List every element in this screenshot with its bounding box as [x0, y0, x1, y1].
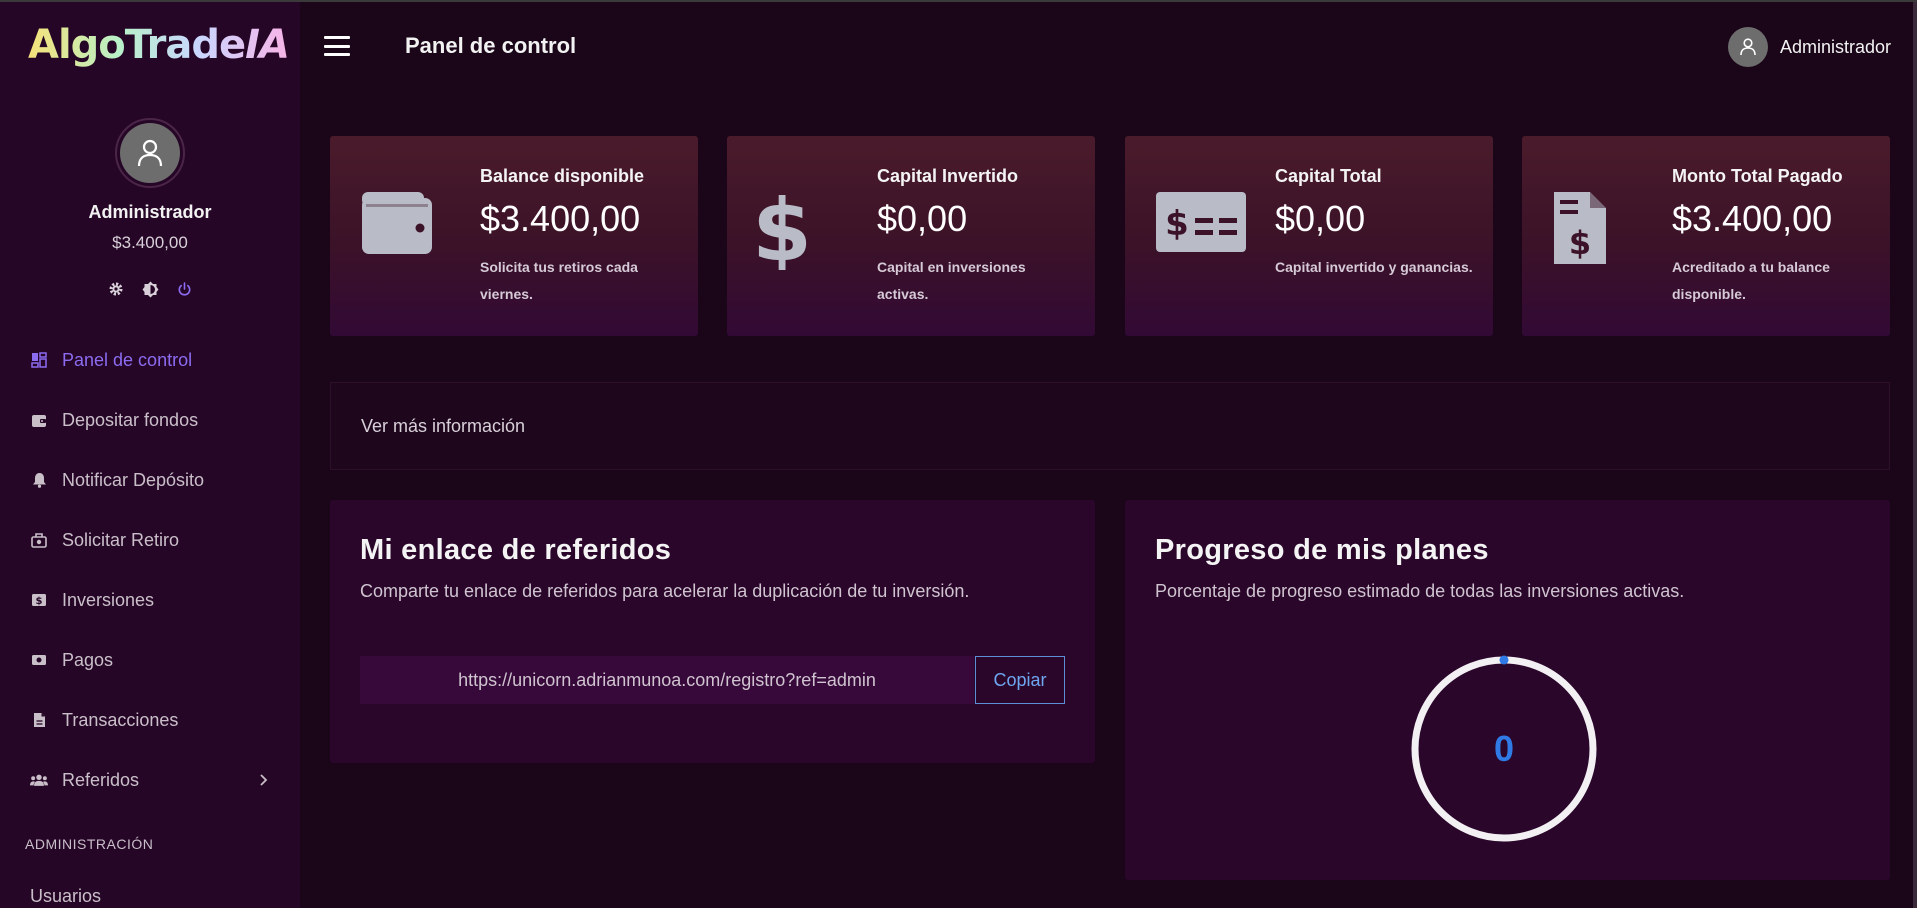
sidebar-user-balance: $3.400,00	[112, 233, 188, 252]
dollar-square-icon: $	[30, 591, 48, 609]
svg-text:$: $	[1569, 224, 1591, 262]
sidebar: AlgoTradeIA Administrador $3.400,00 Pane…	[0, 2, 300, 908]
chevron-right-icon	[259, 771, 268, 792]
money-bag-icon	[30, 531, 48, 549]
copy-button[interactable]: Copiar	[975, 656, 1065, 704]
hamburger-icon-bar	[324, 36, 350, 39]
sidebar-item-panel-de-control[interactable]: Panel de control	[0, 330, 300, 390]
sidebar-item-solicitar-retiro[interactable]: Solicitar Retiro	[0, 510, 300, 570]
sidebar-item-usuarios[interactable]: Usuarios	[30, 886, 101, 907]
progress-title: Progreso de mis planes	[1155, 534, 1489, 566]
stat-value: $0,00	[877, 198, 968, 239]
stat-label: Monto Total Pagado	[1672, 166, 1843, 186]
sidebar-section-label: ADMINISTRACIÓN	[25, 836, 154, 852]
svg-text:$: $	[757, 190, 807, 270]
sidebar-user-name: Administrador	[88, 202, 212, 222]
dashboard-icon	[30, 351, 48, 369]
brightness-icon[interactable]	[141, 280, 159, 298]
power-icon[interactable]	[175, 280, 193, 298]
invoice-dollar-icon: $	[1552, 190, 1646, 270]
header-user-menu[interactable]: Administrador	[1727, 27, 1891, 67]
users-icon	[30, 771, 48, 789]
page-scrollbar[interactable]	[1913, 2, 1917, 908]
user-icon	[1727, 27, 1768, 67]
sidebar-item-label: Notificar Depósito	[62, 469, 205, 490]
sidebar-item-referidos[interactable]: Referidos	[0, 750, 300, 810]
stat-note: Capital en inversiones activas.	[877, 259, 1026, 302]
sidebar-item-depositar-fondos[interactable]: Depositar fondos	[0, 390, 300, 450]
sidebar-item-notificar-deposito[interactable]: Notificar Depósito	[0, 450, 300, 510]
progress-panel: Progreso de mis planes Porcentaje de pro…	[1125, 500, 1890, 880]
stat-value: $0,00	[1275, 198, 1366, 239]
sidebar-item-label: Inversiones	[62, 589, 155, 610]
stat-note: Acreditado a tu balance disponible.	[1672, 259, 1830, 302]
stat-card-capital-invertido: $ Capital Invertido $0,00 Capital en inv…	[727, 136, 1095, 336]
gear-icon[interactable]	[107, 280, 125, 298]
progress-ring: 0	[1409, 654, 1599, 844]
money-bill-icon: $	[1155, 190, 1249, 270]
page-title: Panel de control	[405, 33, 577, 58]
wallet-icon	[30, 411, 48, 429]
stat-label: Capital Invertido	[877, 166, 1019, 186]
menu-toggle-button[interactable]	[324, 36, 350, 56]
stat-card-monto-total-pagado: $ Monto Total Pagado $3.400,00 Acreditad…	[1522, 136, 1890, 336]
more-info-link[interactable]: Ver más información	[330, 382, 1890, 470]
stat-label: Capital Total	[1275, 166, 1382, 186]
stat-value: $3.400,00	[480, 198, 641, 239]
referral-title: Mi enlace de referidos	[360, 534, 672, 566]
sidebar-item-label: Panel de control	[62, 349, 193, 370]
stat-card-balance: Balance disponible $3.400,00 Solicita tu…	[330, 136, 698, 336]
banknote-icon	[30, 651, 48, 669]
header-user-name: Administrador	[1779, 36, 1891, 57]
svg-text:$: $	[36, 596, 43, 607]
stat-card-capital-total: $ Capital Total $0,00 Capital invertido …	[1125, 136, 1493, 336]
sidebar-user-actions	[0, 280, 300, 298]
sidebar-item-label: Depositar fondos	[62, 409, 199, 430]
referral-panel: Mi enlace de referidos Comparte tu enlac…	[330, 500, 1095, 763]
sidebar-nav: Panel de control Depositar fondos Notifi…	[0, 330, 300, 810]
sidebar-item-inversiones[interactable]: $ Inversiones	[0, 570, 300, 630]
wallet-icon	[360, 190, 454, 270]
bell-icon	[30, 471, 48, 489]
sidebar-avatar[interactable]	[115, 118, 185, 188]
progress-subtitle: Porcentaje de progreso estimado de todas…	[1155, 581, 1685, 601]
sidebar-item-label: Pagos	[62, 649, 114, 670]
svg-text:$: $	[1165, 204, 1189, 244]
stat-note: Solicita tus retiros cada viernes.	[480, 259, 638, 302]
progress-value: 0	[1493, 728, 1515, 769]
user-icon	[120, 123, 180, 183]
hamburger-icon-bar	[324, 44, 350, 48]
sidebar-item-pagos[interactable]: Pagos	[0, 630, 300, 690]
dollar-sign-icon: $	[757, 190, 851, 270]
sidebar-item-label: Referidos	[62, 769, 140, 790]
document-icon	[30, 711, 48, 729]
stat-label: Balance disponible	[480, 166, 645, 186]
referral-subtitle: Comparte tu enlace de referidos para ace…	[360, 581, 970, 601]
hamburger-icon-bar	[324, 53, 350, 56]
sidebar-item-transacciones[interactable]: Transacciones	[0, 690, 300, 750]
sidebar-item-label: Solicitar Retiro	[62, 529, 180, 550]
stat-note: Capital invertido y ganancias.	[1275, 259, 1473, 275]
sidebar-item-label: Transacciones	[62, 709, 179, 730]
referral-link-input[interactable]	[360, 656, 974, 704]
stat-value: $3.400,00	[1672, 198, 1833, 239]
brand-logo[interactable]: AlgoTradeIA	[28, 22, 289, 68]
more-info-label: Ver más información	[361, 415, 526, 436]
